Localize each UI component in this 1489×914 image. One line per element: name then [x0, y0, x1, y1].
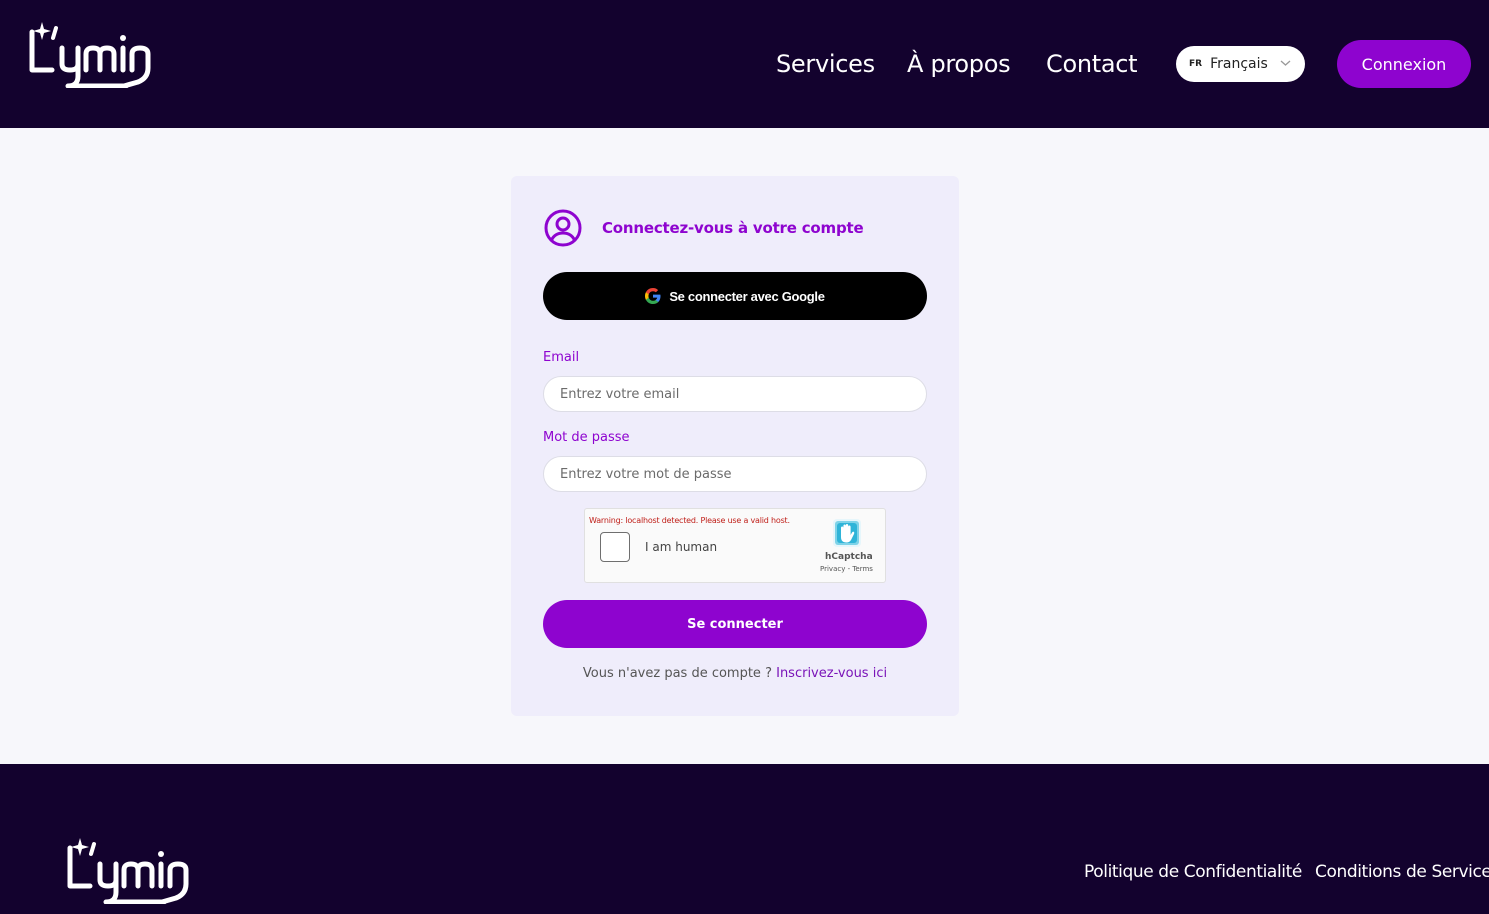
captcha-links: Privacy - Terms: [820, 565, 873, 573]
site-footer: [0, 764, 1489, 914]
signin-submit-button[interactable]: Se connecter: [543, 600, 927, 648]
captcha-warning: Warning: localhost detected. Please use …: [589, 516, 790, 525]
signup-link[interactable]: Inscrivez-vous ici: [776, 666, 887, 681]
nav-about[interactable]: À propos: [907, 44, 1011, 84]
google-g-icon: [645, 288, 661, 304]
hcaptcha-widget: Warning: localhost detected. Please use …: [584, 508, 886, 583]
captcha-brand: hCaptcha: [825, 552, 873, 562]
footer-terms-link[interactable]: Conditions de Service: [1315, 862, 1489, 882]
login-title: Connectez-vous à votre compte: [602, 219, 864, 237]
sparkle-icon: [33, 22, 51, 40]
captcha-privacy-link[interactable]: Privacy: [820, 565, 845, 573]
password-field[interactable]: [543, 456, 927, 492]
language-code: FR: [1189, 59, 1203, 69]
chevron-down-icon: [1280, 60, 1291, 66]
email-label: Email: [543, 350, 580, 365]
lumin-logo-mark: [29, 22, 151, 88]
password-label: Mot de passe: [543, 430, 630, 445]
email-field[interactable]: [543, 376, 927, 412]
sparkle-icon: [71, 838, 89, 856]
captcha-label: I am human: [645, 540, 718, 554]
signup-prompt: Vous n'avez pas de compte ?: [582, 666, 772, 681]
language-select[interactable]: FR Français: [1176, 46, 1305, 82]
user-circle-icon: [544, 209, 582, 247]
nav-contact[interactable]: Contact: [1046, 44, 1138, 84]
captcha-checkbox[interactable]: [600, 532, 630, 562]
language-label: Français: [1210, 56, 1268, 72]
footer-lumin-logo[interactable]: [64, 836, 206, 904]
footer-privacy-link[interactable]: Politique de Confidentialité: [1084, 862, 1302, 882]
hcaptcha-hand-icon: [833, 519, 861, 547]
lumin-logo[interactable]: [26, 20, 168, 88]
signup-prompt-line: Vous n'avez pas de compte ? Inscrivez-vo…: [511, 666, 959, 681]
footer-logo-mark: [67, 838, 189, 904]
header-login-button[interactable]: Connexion: [1337, 40, 1471, 88]
google-button-label: Se connecter avec Google: [669, 288, 825, 304]
captcha-terms-link[interactable]: Terms: [852, 565, 873, 573]
google-signin-button[interactable]: Se connecter avec Google: [543, 272, 927, 320]
nav-services[interactable]: Services: [776, 44, 875, 84]
